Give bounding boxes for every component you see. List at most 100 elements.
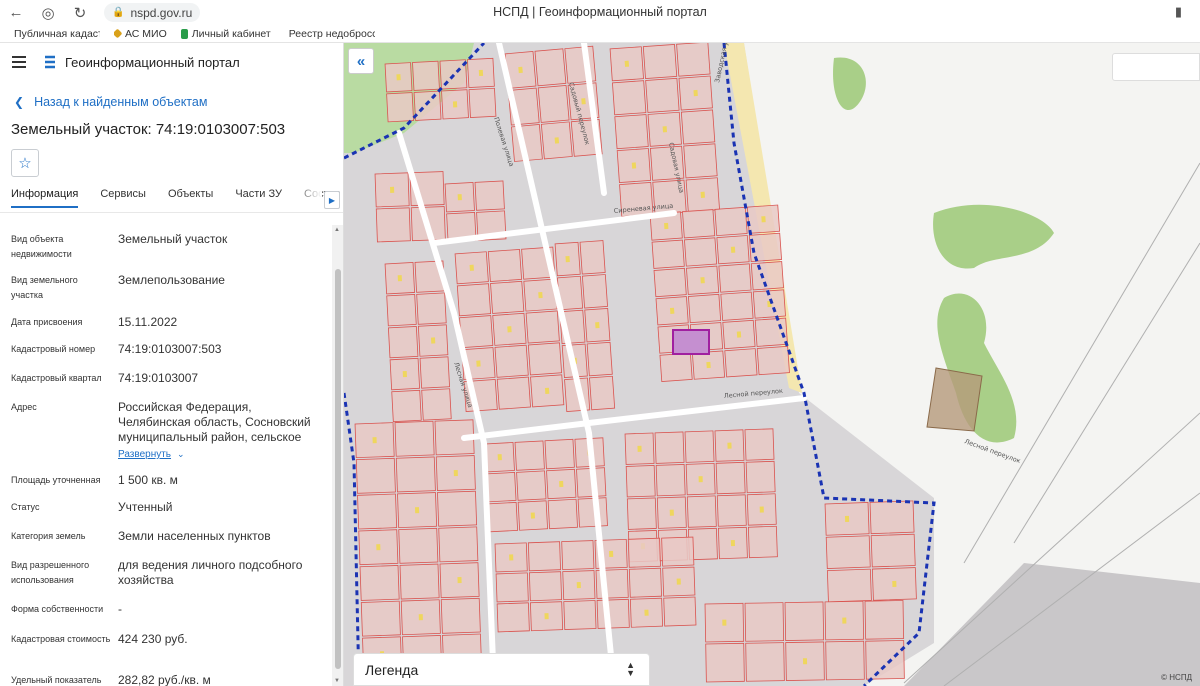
land-parcel[interactable] xyxy=(412,60,440,91)
land-parcel[interactable] xyxy=(870,533,916,568)
land-parcel[interactable] xyxy=(784,601,825,641)
land-parcel[interactable] xyxy=(754,317,788,347)
land-parcel[interactable] xyxy=(625,465,656,498)
land-parcel[interactable] xyxy=(360,600,401,637)
land-parcel[interactable] xyxy=(744,602,785,642)
land-parcel[interactable] xyxy=(395,456,436,493)
expand-address-link[interactable]: Развернуть ⌄ xyxy=(118,449,185,460)
land-parcel[interactable] xyxy=(586,341,613,377)
land-parcel[interactable] xyxy=(537,84,570,123)
bookmark-item[interactable]: АС МИО xyxy=(114,28,167,40)
land-parcel[interactable] xyxy=(359,565,400,601)
land-parcel[interactable] xyxy=(659,352,693,382)
menu-icon[interactable] xyxy=(12,56,26,68)
land-parcel[interactable] xyxy=(419,356,450,389)
land-parcel[interactable] xyxy=(716,494,747,527)
land-parcel[interactable] xyxy=(386,294,417,327)
land-parcel[interactable] xyxy=(514,440,545,471)
scroll-up-icon[interactable]: ▲ xyxy=(334,227,340,233)
land-parcel[interactable] xyxy=(547,498,578,530)
back-to-results-link[interactable]: ❮ Назад к найденным объектам xyxy=(14,95,207,109)
land-parcel[interactable] xyxy=(683,143,718,179)
land-parcel[interactable] xyxy=(745,460,776,494)
land-parcel[interactable] xyxy=(438,526,479,563)
land-parcel[interactable] xyxy=(544,438,575,470)
land-parcel[interactable] xyxy=(744,428,775,461)
tab-scroll-right-button[interactable]: ▶ xyxy=(324,191,340,209)
land-parcel[interactable] xyxy=(494,344,529,378)
land-parcel[interactable] xyxy=(474,180,505,211)
land-parcel[interactable] xyxy=(687,293,722,324)
land-parcel[interactable] xyxy=(386,92,414,123)
land-parcel[interactable] xyxy=(715,461,746,495)
land-parcel[interactable] xyxy=(459,315,494,349)
land-parcel[interactable] xyxy=(676,43,711,77)
scroll-down-icon[interactable]: ▼ xyxy=(334,678,340,684)
land-parcel[interactable] xyxy=(684,430,715,463)
land-parcel[interactable] xyxy=(756,345,790,376)
land-parcel[interactable] xyxy=(642,43,678,79)
bookmark-item[interactable]: Личный кабинет xyxy=(180,28,271,40)
land-parcel[interactable] xyxy=(527,541,561,572)
land-parcel[interactable] xyxy=(645,77,680,113)
land-parcel[interactable] xyxy=(490,280,525,314)
collapse-panel-button[interactable]: « xyxy=(348,48,374,74)
bookmark-icon[interactable]: ▮ xyxy=(1175,4,1182,20)
back-arrow-icon[interactable]: ← xyxy=(0,0,32,25)
land-parcel[interactable] xyxy=(724,348,758,378)
legend-selector[interactable]: Легенда ▲ ▼ xyxy=(353,653,650,686)
land-parcel[interactable] xyxy=(589,375,616,411)
land-parcel[interactable] xyxy=(747,525,778,559)
land-parcel[interactable] xyxy=(663,596,697,627)
land-parcel[interactable] xyxy=(577,497,608,528)
land-parcel[interactable] xyxy=(718,263,752,293)
land-parcel[interactable] xyxy=(825,640,865,681)
land-parcel[interactable] xyxy=(680,109,716,145)
land-parcel[interactable] xyxy=(686,495,717,528)
land-parcel[interactable] xyxy=(440,597,481,634)
land-parcel[interactable] xyxy=(561,540,595,571)
land-parcel[interactable] xyxy=(655,464,686,497)
land-parcel[interactable] xyxy=(720,291,754,321)
land-parcel[interactable] xyxy=(750,261,784,291)
land-parcel[interactable] xyxy=(527,342,563,376)
land-parcel[interactable] xyxy=(661,536,695,567)
land-parcel[interactable] xyxy=(581,274,608,309)
selected-parcel[interactable] xyxy=(672,329,710,355)
address-bar[interactable]: 🔒 nspd.gov.ru xyxy=(104,3,201,22)
land-parcel[interactable] xyxy=(357,493,398,530)
land-parcel[interactable] xyxy=(375,207,411,243)
land-parcel[interactable] xyxy=(745,642,785,682)
land-parcel[interactable] xyxy=(468,87,497,118)
land-parcel[interactable] xyxy=(398,527,439,564)
land-parcel[interactable] xyxy=(486,472,517,503)
land-parcel[interactable] xyxy=(437,490,478,527)
land-parcel[interactable] xyxy=(612,80,647,116)
land-parcel[interactable] xyxy=(614,114,649,150)
map-search-box[interactable] xyxy=(1112,53,1200,81)
land-parcel[interactable] xyxy=(525,310,560,344)
land-parcel[interactable] xyxy=(528,571,563,602)
brown-parcel[interactable] xyxy=(926,367,983,432)
bookmark-item[interactable]: Публичная кадаст xyxy=(10,28,100,40)
land-parcel[interactable] xyxy=(495,572,529,603)
land-parcel[interactable] xyxy=(654,431,685,464)
tab-information[interactable]: Информация xyxy=(11,188,79,208)
land-parcel[interactable] xyxy=(864,600,905,640)
land-parcel[interactable] xyxy=(516,470,547,501)
land-parcel[interactable] xyxy=(869,500,915,535)
cadastral-map[interactable]: Сиреневая улица Лесной переулок Лесной п… xyxy=(344,43,1200,686)
land-parcel[interactable] xyxy=(399,563,440,600)
land-parcel[interactable] xyxy=(865,640,905,680)
land-parcel[interactable] xyxy=(391,389,422,423)
favorite-button[interactable]: ☆ xyxy=(11,149,39,177)
tab-objects[interactable]: Объекты xyxy=(168,188,213,206)
land-parcel[interactable] xyxy=(596,598,630,629)
land-parcel[interactable] xyxy=(355,457,396,494)
land-parcel[interactable] xyxy=(487,248,523,282)
land-parcel[interactable] xyxy=(627,537,661,568)
land-parcel[interactable] xyxy=(682,209,716,239)
land-parcel[interactable] xyxy=(487,501,519,533)
land-parcel[interactable] xyxy=(563,600,597,630)
land-parcel[interactable] xyxy=(714,206,748,237)
